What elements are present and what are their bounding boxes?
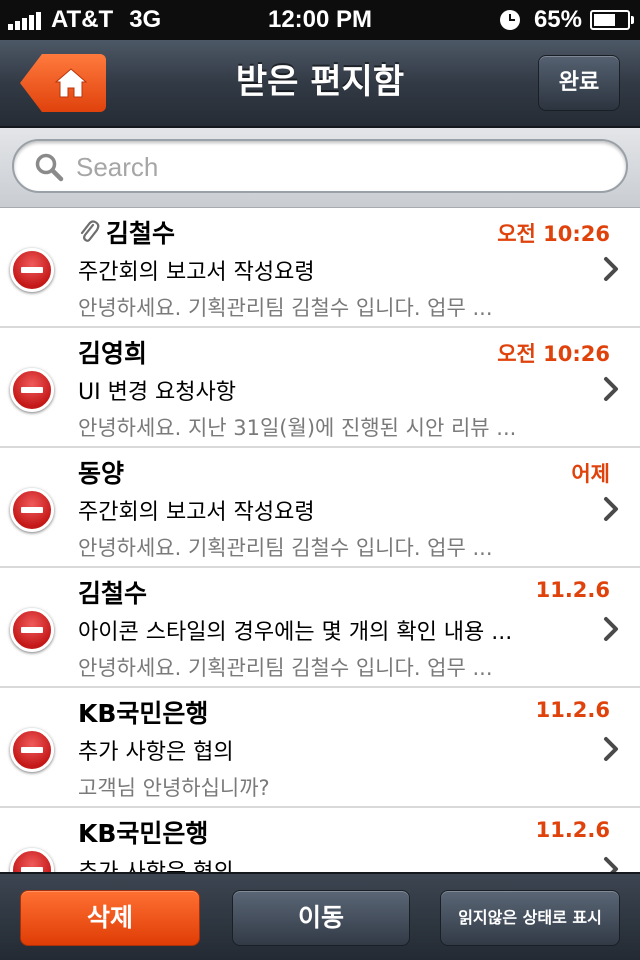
- mail-row[interactable]: KB국민은행 11.2.6 추가 사항은 협의: [0, 808, 640, 872]
- alarm-clock-icon: [499, 10, 520, 30]
- mail-sender-row: 김영희: [78, 334, 147, 370]
- mail-subject: UI 변경 요청사항: [78, 380, 237, 405]
- mail-date: 11.2.6: [535, 818, 610, 842]
- mail-sender-row: 김철수: [78, 214, 175, 250]
- mail-sender: 김철수: [78, 579, 148, 608]
- chevron-right-icon[interactable]: [602, 856, 620, 872]
- chevron-right-icon[interactable]: [602, 496, 620, 522]
- search-bar: [0, 128, 640, 208]
- bottom-toolbar: 삭제 이동 읽지않은 상태로 표시: [0, 872, 640, 960]
- mail-preview: 안녕하세요. 지난 31일(월)에 진행된 시안 리뷰 ...: [78, 416, 517, 440]
- search-field[interactable]: [12, 139, 628, 193]
- mail-sender-row: 동양: [78, 454, 124, 490]
- mail-sender-row: 김철수: [78, 574, 147, 610]
- mail-date: 오전 10:26: [497, 342, 610, 366]
- search-input[interactable]: [74, 147, 598, 187]
- mail-sender: 동양: [78, 459, 125, 488]
- mail-sender: 김영희: [78, 339, 148, 368]
- move-button[interactable]: 이동: [232, 890, 410, 946]
- mail-sender: KB국민은행: [78, 699, 209, 728]
- delete-circle-icon[interactable]: [10, 848, 54, 872]
- mail-subject: 추가 사항은 협의: [78, 740, 234, 765]
- mail-subject: 주간회의 보고서 작성요령: [78, 260, 315, 285]
- mail-row[interactable]: 김철수 오전 10:26 주간회의 보고서 작성요령 안녕하세요. 기획관리팀 …: [0, 208, 640, 328]
- delete-circle-icon[interactable]: [10, 488, 54, 532]
- chevron-right-icon[interactable]: [602, 736, 620, 762]
- delete-circle-icon[interactable]: [10, 368, 54, 412]
- battery-icon: [590, 10, 634, 30]
- search-icon: [35, 153, 64, 182]
- status-bar-right: 65%: [499, 6, 634, 34]
- mail-date: 11.2.6: [535, 578, 610, 602]
- mail-sender-row: KB국민은행: [78, 694, 208, 730]
- mail-preview: 안녕하세요. 기획관리팀 김철수 입니다. 업무 ...: [78, 656, 493, 680]
- delete-circle-icon[interactable]: [10, 248, 54, 292]
- mail-row[interactable]: 김철수 11.2.6 아이콘 스타일의 경우에는 몇 개의 확인 내용 ... …: [0, 568, 640, 688]
- delete-button[interactable]: 삭제: [20, 890, 200, 946]
- status-bar: AT&T 3G 12:00 PM 65%: [0, 0, 640, 40]
- home-icon: [54, 68, 88, 98]
- mail-subject: 추가 사항은 협의: [78, 854, 578, 872]
- mail-sender: KB국민은행: [78, 819, 209, 848]
- mail-sender: 김철수: [106, 219, 176, 248]
- battery-percent: 65%: [533, 6, 582, 33]
- mail-preview: 안녕하세요. 기획관리팀 김철수 입니다. 업무 ...: [78, 296, 493, 320]
- paperclip-icon: [80, 220, 100, 242]
- mail-date: 11.2.6: [535, 698, 610, 722]
- mail-preview: 안녕하세요. 기획관리팀 김철수 입니다. 업무 ...: [78, 536, 493, 560]
- navigation-bar: 받은 편지함 완료: [0, 40, 640, 128]
- chevron-right-icon[interactable]: [602, 616, 620, 642]
- mail-row[interactable]: 김영희 오전 10:26 UI 변경 요청사항 안녕하세요. 지난 31일(월)…: [0, 328, 640, 448]
- mail-subject: 주간회의 보고서 작성요령: [78, 500, 315, 525]
- battery-fill: [594, 14, 615, 26]
- delete-circle-icon[interactable]: [10, 608, 54, 652]
- chevron-right-icon[interactable]: [602, 256, 620, 282]
- done-button[interactable]: 완료: [538, 55, 620, 111]
- mail-sender-row: KB국민은행: [78, 814, 208, 850]
- mail-row[interactable]: 동양 어제 주간회의 보고서 작성요령 안녕하세요. 기획관리팀 김철수 입니다…: [0, 448, 640, 568]
- chevron-right-icon[interactable]: [602, 376, 620, 402]
- mail-list: 김철수 오전 10:26 주간회의 보고서 작성요령 안녕하세요. 기획관리팀 …: [0, 208, 640, 872]
- mail-date: 어제: [571, 462, 610, 486]
- mail-subject: 아이콘 스타일의 경우에는 몇 개의 확인 내용 ...: [78, 620, 513, 645]
- mark-unread-button[interactable]: 읽지않은 상태로 표시: [440, 890, 620, 946]
- mail-row[interactable]: KB국민은행 11.2.6 추가 사항은 협의 고객님 안녕하십니까?: [0, 688, 640, 808]
- mail-preview: 고객님 안녕하십니까?: [78, 776, 270, 800]
- mail-date: 오전 10:26: [497, 222, 610, 246]
- delete-circle-icon[interactable]: [10, 728, 54, 772]
